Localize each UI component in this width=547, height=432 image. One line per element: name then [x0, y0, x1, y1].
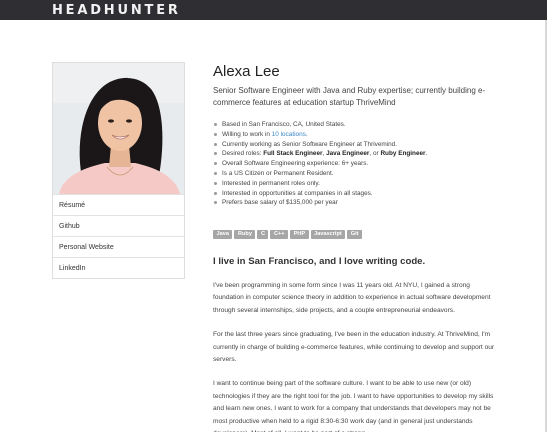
brand-logo[interactable]: HEADHUNTER: [52, 3, 181, 18]
fact-desired-roles: Desired roles: Full Stack Engineer, Java…: [213, 149, 503, 159]
fact-location: Based in San Francisco, CA, United State…: [213, 120, 503, 130]
locations-link[interactable]: 10 locations: [272, 131, 306, 138]
bio-headline: I live in San Francisco, and I love writ…: [213, 256, 426, 267]
bullet-icon: [214, 171, 217, 175]
bullet-icon: [214, 152, 217, 156]
bullet-icon: [214, 142, 217, 146]
fact-experience: Overall Software Engineering experience:…: [213, 159, 503, 169]
profile-header: Alexa Lee Senior Software Engineer with …: [213, 62, 493, 109]
bullet-icon: [214, 132, 217, 136]
bio-paragraph: I've been programming in some form since…: [213, 282, 491, 314]
sidebar-link-resume[interactable]: Résumé: [53, 194, 184, 215]
candidate-facts-list: Based in San Francisco, CA, United State…: [213, 120, 503, 208]
fact-current-role: Currently working as Senior Software Eng…: [213, 140, 503, 150]
profile-sidebar: Résumé Github Personal Website LinkedIn: [52, 62, 185, 279]
bullet-icon: [214, 162, 217, 166]
candidate-name: Alexa Lee: [213, 63, 280, 80]
skill-tag[interactable]: PHP: [290, 230, 309, 239]
bio-paragraph: For the last three years since graduatin…: [213, 331, 495, 364]
profile-photo: [53, 63, 184, 194]
bullet-icon: [214, 191, 217, 195]
bullet-icon: [214, 123, 217, 126]
skill-tags: Java Ruby C C++ PHP Javascript Git: [213, 230, 363, 239]
fact-permanent-roles: Interested in permanent roles only.: [213, 179, 503, 189]
fact-willing-locations: Willing to work in 10 locations.: [213, 130, 503, 140]
sidebar-link-personal-website[interactable]: Personal Website: [53, 236, 184, 257]
skill-tag[interactable]: Git: [347, 230, 363, 239]
skill-tag[interactable]: C: [257, 230, 269, 239]
skill-tag[interactable]: Java: [213, 230, 233, 239]
bullet-icon: [214, 201, 217, 205]
bullet-icon: [214, 181, 217, 185]
skill-tag[interactable]: C++: [270, 230, 289, 239]
skill-tag[interactable]: Javascript: [310, 230, 346, 239]
bio-paragraph: I want to continue being part of the sof…: [213, 380, 494, 432]
skill-tag[interactable]: Ruby: [234, 230, 256, 239]
fact-citizenship: Is a US Citizen or Permanent Resident.: [213, 169, 503, 179]
top-navigation-bar: HEADHUNTER: [0, 0, 547, 20]
sidebar-link-github[interactable]: Github: [53, 215, 184, 236]
fact-company-stages: Interested in opportunities at companies…: [213, 189, 503, 199]
sidebar-link-linkedin[interactable]: LinkedIn: [53, 257, 184, 278]
fact-salary: Prefers base salary of $135,000 per year: [213, 198, 503, 208]
candidate-tagline: Senior Software Engineer with Java and R…: [213, 86, 486, 107]
bio-section: I've been programming in some form since…: [213, 280, 495, 432]
